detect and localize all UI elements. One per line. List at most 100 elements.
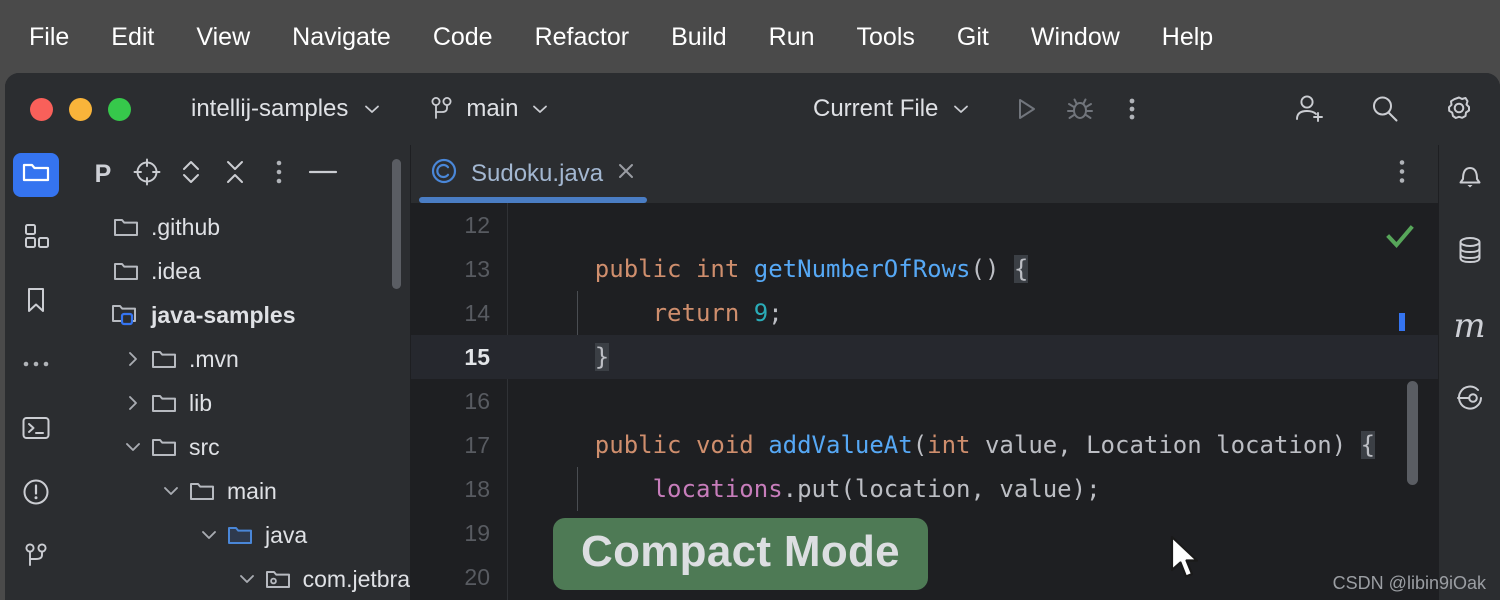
line-number: 17	[411, 423, 507, 467]
macos-menu-bar: FileEditViewNavigateCodeRefactorBuildRun…	[0, 0, 1500, 75]
tree-item-label: .mvn	[189, 346, 239, 373]
project-view-selector[interactable]: P	[81, 154, 125, 194]
minimize-window-button[interactable]	[69, 98, 92, 121]
sidebar-item-terminal[interactable]	[13, 408, 59, 452]
debug-icon[interactable]	[1064, 93, 1096, 125]
code-text: }	[507, 343, 1438, 371]
chevron-down-icon[interactable]	[233, 569, 261, 589]
search-icon[interactable]	[1368, 92, 1402, 126]
line-number: 13	[411, 247, 507, 291]
tree-item[interactable]: .github	[67, 205, 410, 249]
menu-item-file[interactable]: File	[8, 19, 90, 56]
menu-item-code[interactable]: Code	[412, 19, 514, 56]
code-line[interactable]: 14 return 9;	[411, 291, 1438, 335]
settings-gear-icon[interactable]	[1442, 92, 1476, 126]
chevron-down-icon[interactable]	[157, 481, 185, 501]
sidebar-item-more[interactable]	[13, 345, 59, 389]
menu-item-navigate[interactable]: Navigate	[271, 19, 412, 56]
menu-item-run[interactable]: Run	[748, 19, 836, 56]
tree-item-label: .idea	[151, 258, 201, 285]
bookmark-icon	[21, 285, 51, 320]
sidebar-item-version-control[interactable]	[13, 536, 59, 580]
project-name-dropdown[interactable]: intellij-samples	[191, 95, 383, 123]
more-vertical-icon	[269, 156, 289, 193]
code-line[interactable]: 13 public int getNumberOfRows() {	[411, 247, 1438, 291]
module-folder-icon	[109, 301, 143, 329]
project-options-button[interactable]	[257, 154, 301, 194]
folder-icon	[109, 214, 143, 240]
indent-guide	[577, 467, 578, 511]
tree-item-label: .github	[151, 214, 220, 241]
folder-icon	[147, 390, 181, 416]
editor-vertical-scrollbar[interactable]	[1407, 381, 1418, 485]
zoom-window-button[interactable]	[108, 98, 131, 121]
run-icon[interactable]	[1010, 93, 1042, 125]
problems-icon	[20, 476, 52, 513]
tree-item[interactable]: java	[67, 513, 410, 557]
editor-right-gutter	[1376, 203, 1438, 600]
run-actions	[1010, 93, 1146, 125]
code-line[interactable]: 18 locations.put(location, value);	[411, 467, 1438, 511]
menu-item-git[interactable]: Git	[936, 19, 1010, 56]
sidebar-item-notifications[interactable]	[1447, 155, 1493, 201]
project-name-label: intellij-samples	[191, 95, 348, 123]
close-icon[interactable]	[615, 160, 637, 189]
sidebar-item-database[interactable]	[1447, 229, 1493, 275]
add-user-icon[interactable]	[1292, 92, 1328, 126]
sidebar-item-structure[interactable]	[13, 217, 59, 261]
close-window-button[interactable]	[30, 98, 53, 121]
code-line[interactable]: 17 public void addValueAt(int value, Loc…	[411, 423, 1438, 467]
tree-item[interactable]: com.jetbra	[67, 557, 410, 600]
sidebar-item-problems[interactable]	[13, 472, 59, 516]
tree-item-label: main	[227, 478, 277, 505]
tree-item[interactable]: java-samples	[67, 293, 410, 337]
right-tool-window-rail: m	[1438, 145, 1500, 600]
more-vertical-icon[interactable]	[1118, 93, 1146, 125]
folder-icon	[185, 478, 219, 504]
tree-item[interactable]: .mvn	[67, 337, 410, 381]
tree-item[interactable]: src	[67, 425, 410, 469]
code-line[interactable]: 16	[411, 379, 1438, 423]
menu-item-help[interactable]: Help	[1141, 19, 1234, 56]
screen: FileEditViewNavigateCodeRefactorBuildRun…	[0, 0, 1500, 600]
collapse-all-button[interactable]	[213, 154, 257, 194]
editor-tab-options-icon[interactable]	[1392, 156, 1412, 193]
code-text: locations.put(location, value);	[507, 475, 1438, 503]
menu-item-tools[interactable]: Tools	[836, 19, 936, 56]
structure-icon	[21, 221, 51, 256]
sidebar-item-project[interactable]	[13, 153, 59, 197]
tree-item[interactable]: main	[67, 469, 410, 513]
tree-item[interactable]: lib	[67, 381, 410, 425]
tree-item[interactable]: .idea	[67, 249, 410, 293]
menu-item-edit[interactable]: Edit	[90, 19, 175, 56]
project-tree-scrollbar[interactable]	[392, 159, 401, 289]
sidebar-item-gradle[interactable]	[1447, 377, 1493, 423]
chevron-right-icon[interactable]	[119, 349, 147, 369]
folder-icon	[147, 346, 181, 372]
checkmark-icon[interactable]	[1384, 221, 1416, 253]
folder-icon	[109, 258, 143, 284]
sidebar-item-bookmarks[interactable]	[13, 281, 59, 325]
chevron-right-icon[interactable]	[119, 393, 147, 413]
menu-item-window[interactable]: Window	[1010, 19, 1141, 56]
indent-guide	[577, 291, 578, 335]
line-number: 14	[411, 291, 507, 335]
chevron-down-icon[interactable]	[195, 525, 223, 545]
menu-item-refactor[interactable]: Refactor	[514, 19, 650, 56]
code-line[interactable]: 15 }	[411, 335, 1438, 379]
sidebar-item-maven[interactable]: m	[1447, 303, 1493, 349]
run-configuration-selector[interactable]: Current File	[813, 95, 972, 123]
project-file-tree[interactable]: .github .idea java-samples .mvn libsrc main ja…	[67, 203, 410, 600]
line-number: 18	[411, 467, 507, 511]
java-class-icon	[429, 156, 459, 193]
git-branch-dropdown[interactable]: main	[429, 95, 551, 123]
select-opened-file-button[interactable]	[125, 154, 169, 194]
code-line[interactable]: 12	[411, 203, 1438, 247]
chevron-down-icon[interactable]	[119, 437, 147, 457]
menu-item-view[interactable]: View	[175, 19, 271, 56]
hide-tool-window-button[interactable]	[301, 154, 345, 194]
line-number: 19	[411, 511, 507, 555]
menu-item-build[interactable]: Build	[650, 19, 748, 56]
expand-collapse-button[interactable]	[169, 154, 213, 194]
editor-tab-sudoku-java[interactable]: Sudoku.java	[411, 145, 655, 203]
